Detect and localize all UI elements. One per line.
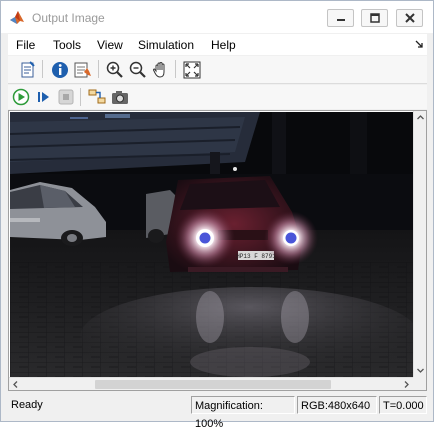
matlab-export-icon[interactable]: [73, 60, 93, 80]
image-viewport[interactable]: HP13 F 8791: [8, 110, 427, 391]
menu-bar: File Tools View Simulation Help: [8, 34, 427, 55]
scroll-up-icon[interactable]: [414, 111, 427, 124]
status-text: Ready: [11, 399, 43, 411]
horizontal-scroll-thumb[interactable]: [95, 380, 331, 389]
vertical-scrollbar[interactable]: [413, 111, 426, 377]
close-button[interactable]: [396, 9, 423, 27]
horizontal-scrollbar[interactable]: [9, 377, 413, 390]
scroll-down-icon[interactable]: [414, 364, 427, 377]
close-icon: [404, 13, 415, 23]
scroll-left-icon[interactable]: [9, 378, 22, 391]
toolbar-separator: [175, 60, 176, 78]
simulation-toolbar: [8, 85, 427, 109]
info-icon[interactable]: [50, 60, 70, 80]
status-bar: Ready Magnification: 100% RGB:480x640 T=…: [8, 394, 427, 430]
simulation-time-readout: T=0.000: [379, 396, 427, 414]
dock-arrow-icon[interactable]: [415, 40, 423, 48]
maximize-icon: [369, 13, 380, 23]
toolbar-separator: [42, 60, 43, 78]
toolbar-separator: [80, 88, 81, 106]
fit-to-view-icon[interactable]: [182, 60, 202, 80]
run-icon[interactable]: [11, 87, 31, 107]
output-image-window: Output Image File Tools View Simulation …: [0, 0, 434, 430]
matlab-app-icon: [10, 11, 24, 24]
toolbar-separator: [98, 60, 99, 78]
menu-help[interactable]: Help: [211, 38, 236, 52]
output-image-frame: HP13 F 8791: [10, 112, 413, 377]
highlight-block-icon[interactable]: [87, 87, 107, 107]
menu-simulation[interactable]: Simulation: [138, 38, 194, 52]
stop-icon[interactable]: [56, 87, 76, 107]
minimize-button[interactable]: [327, 9, 354, 27]
image-format-readout: RGB:480x640: [297, 396, 377, 414]
snapshot-icon[interactable]: [110, 87, 130, 107]
window-title: Output Image: [32, 11, 105, 25]
zoom-out-icon[interactable]: [128, 60, 148, 80]
maximize-button[interactable]: [361, 9, 388, 27]
magnification-readout: Magnification: 100%: [191, 396, 295, 430]
menu-view[interactable]: View: [97, 38, 123, 52]
main-toolbar: [8, 56, 427, 84]
step-forward-icon[interactable]: [34, 87, 54, 107]
scroll-corner: [413, 377, 426, 390]
zoom-in-icon[interactable]: [105, 60, 125, 80]
title-bar[interactable]: Output Image: [1, 1, 433, 33]
minimize-icon: [336, 19, 345, 21]
scroll-right-icon[interactable]: [400, 378, 413, 391]
pan-hand-icon[interactable]: [151, 60, 171, 80]
menu-file[interactable]: File: [16, 38, 35, 52]
menu-tools[interactable]: Tools: [53, 38, 81, 52]
print-to-figure-icon[interactable]: [18, 60, 38, 80]
detection-marker-right: [285, 232, 297, 244]
detection-marker-left: [199, 232, 211, 244]
